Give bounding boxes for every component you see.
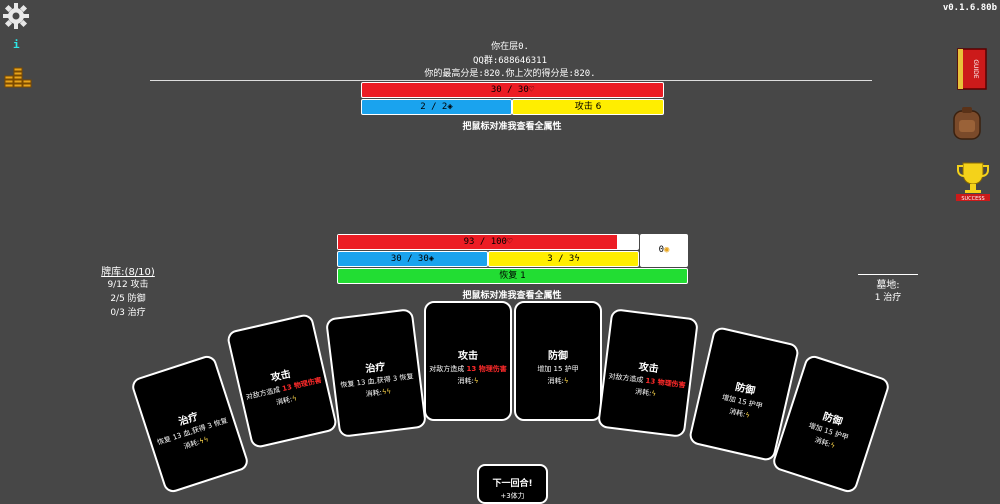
next-turn-label: 下一回合! [492, 479, 533, 489]
lightning-icon: ϟ [744, 410, 751, 420]
version-label: v0.1.6.80b [942, 3, 997, 13]
card-cost: 消耗:ϟ [457, 377, 479, 385]
coin-icon: ◉ [664, 245, 670, 255]
hand-card[interactable]: 治疗 恢复 13 血,获得 3 恢复 消耗:ϟϟ [325, 308, 427, 438]
score-text: 你的最高分是:820.你上次的得分是:820. [424, 69, 596, 79]
player-energy-bar: 3 / 3ϟ [488, 251, 639, 267]
player-status-bar: 恢复 1 [337, 268, 688, 284]
deck-line: 2/5 防御 [110, 294, 146, 304]
guide-label: GUIDE [972, 59, 979, 78]
trophy-icon[interactable]: SUCCESS [954, 160, 992, 202]
lightning-icon: ϟ [574, 254, 580, 264]
enemy-hp-bar: 30 / 30♡ [361, 82, 664, 98]
enemy-intent-text: 攻击 6 [574, 102, 602, 112]
player-status-text: 恢复 1 [499, 271, 526, 281]
lightning-icon: ϟ [563, 377, 569, 385]
lightning-icon: ϟ [829, 441, 837, 451]
enemy-shield-text: 2 / 2 [420, 102, 448, 112]
graveyard-title: 墓地: [858, 274, 918, 291]
enemy-intent-bar: 攻击 6 [512, 99, 664, 115]
floor-text: 你在层0. [491, 42, 529, 52]
hand-card[interactable]: 攻击 对敌方造成 13 物理伤害 消耗:ϟ [597, 308, 699, 438]
top-divider [150, 80, 872, 81]
backpack-icon[interactable] [950, 105, 984, 141]
player-shield-bar: 30 / 30◈ [337, 251, 488, 267]
hand-card[interactable]: 治疗 恢复 13 血,获得 3 恢复 消耗:ϟϟ [129, 353, 251, 495]
card-title: 攻击 [458, 351, 478, 362]
graveyard-line: 1 治疗 [874, 293, 902, 303]
enemy-shield-bar: 2 / 2◈ [361, 99, 512, 115]
lightning-icon: ϟ [291, 394, 298, 404]
shield-icon: ◈ [428, 254, 435, 264]
info-icon[interactable]: i [13, 38, 20, 51]
deck-panel[interactable]: 牌库:(8/10) 9/12 攻击 2/5 防御 0/3 治疗 [98, 263, 158, 320]
graveyard-panel[interactable]: 墓地: 1 治疗 [858, 274, 918, 305]
qq-group-text: QQ群:688646311 [472, 56, 548, 66]
player-hp-text: 93 / 100 [463, 237, 507, 247]
shield-icon: ◈ [447, 102, 453, 112]
card-description: 增加 15 护甲 [537, 365, 579, 373]
enemy-hp-text: 30 / 30 [490, 85, 529, 95]
next-turn-button[interactable]: 下一回合! +3体力 [477, 464, 548, 504]
hand-card[interactable]: 攻击 对敌方造成 13 物理伤害 消耗:ϟ [225, 312, 339, 450]
coin-stack-icon[interactable] [3, 62, 33, 92]
card-description: 对敌方造成 13 物理伤害 [429, 365, 507, 373]
deck-title: 牌库:(8/10) [101, 267, 155, 278]
lightning-icon: ϟ [650, 389, 657, 399]
hand-card[interactable]: 防御 增加 15 护甲 消耗:ϟ [514, 301, 602, 421]
hand-card[interactable]: 攻击 对敌方造成 13 物理伤害 消耗:ϟ [424, 301, 512, 421]
player-hp-bar: 93 / 100♡ [337, 234, 639, 250]
lightning-icon: ϟ [473, 377, 479, 385]
card-cost: 消耗:ϟ [547, 377, 569, 385]
gear-icon[interactable] [2, 2, 30, 30]
player-shield-text: 30 / 30 [390, 254, 429, 264]
lightning-icon: ϟϟ [381, 387, 392, 397]
enemy-hint: 把鼠标对准我查看全属性 [462, 122, 562, 132]
player-hint: 把鼠标对准我查看全属性 [462, 291, 562, 301]
success-label: SUCCESS [961, 196, 984, 202]
next-turn-sub: +3体力 [500, 492, 525, 500]
player-energy-text: 3 / 3 [547, 254, 575, 264]
guide-book-icon[interactable]: GUIDE [954, 47, 990, 91]
lightning-icon: ϟϟ [198, 435, 210, 446]
deck-line: 9/12 攻击 [107, 280, 149, 290]
heart-icon: ♡ [528, 85, 535, 95]
heart-icon: ♡ [506, 237, 513, 247]
card-title: 防御 [548, 351, 568, 362]
player-block-box: 0◉ [640, 234, 688, 267]
deck-line: 0/3 治疗 [110, 308, 146, 318]
